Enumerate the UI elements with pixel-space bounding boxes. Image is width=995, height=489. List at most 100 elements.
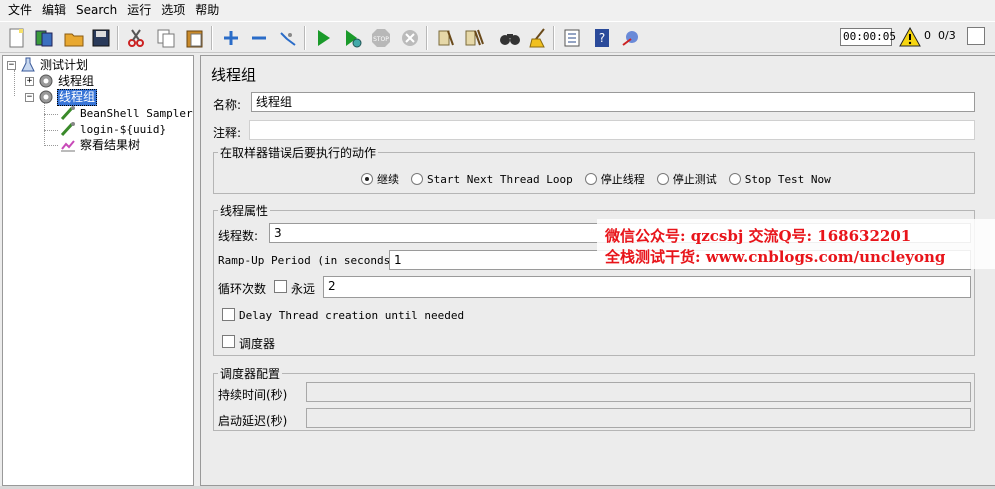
tree-collapse-toggle[interactable]: − bbox=[7, 60, 16, 70]
comment-field[interactable] bbox=[249, 120, 975, 140]
reset-search-icon[interactable] bbox=[526, 25, 551, 50]
page-title: 线程组 bbox=[211, 66, 257, 84]
start-no-pause-icon[interactable] bbox=[339, 25, 364, 50]
thread-group-panel: 线程组 名称: 线程组 注释: 在取样器错误后要执行的动作 继续 Start N… bbox=[200, 55, 995, 486]
thread-properties-legend: 线程属性 bbox=[220, 204, 269, 218]
tree-expand-toggle[interactable]: + bbox=[25, 76, 34, 86]
tree-item-label: 测试计划 bbox=[40, 57, 89, 72]
toolbar-separator bbox=[211, 26, 213, 50]
clear-all-icon[interactable] bbox=[461, 25, 486, 50]
radio-stop-test-now[interactable] bbox=[728, 173, 741, 185]
menu-options[interactable]: 选项 bbox=[156, 0, 190, 21]
radio-label-stop-thread: 停止线程 bbox=[600, 173, 645, 186]
save-icon[interactable] bbox=[88, 25, 113, 50]
scheduler-config-legend: 调度器配置 bbox=[220, 367, 281, 381]
tree-item-label: 线程组 bbox=[58, 73, 95, 88]
radio-stop-thread[interactable] bbox=[584, 173, 597, 185]
tree-item-thread-group-2[interactable]: − 线程组 bbox=[25, 88, 98, 106]
open-icon[interactable] bbox=[61, 25, 86, 50]
tree-line bbox=[14, 70, 15, 96]
tree-item-label-selected: 线程组 bbox=[57, 88, 98, 106]
run-status-indicator bbox=[967, 27, 985, 45]
cut-icon[interactable] bbox=[123, 25, 148, 50]
tree-item-view-results-tree[interactable]: 察看结果树 bbox=[60, 137, 141, 153]
menu-search[interactable]: Search bbox=[71, 0, 122, 21]
sampler-icon bbox=[60, 122, 75, 137]
paste-icon[interactable] bbox=[182, 25, 207, 50]
start-icon[interactable] bbox=[310, 25, 335, 50]
active-thread-count: 0/3 bbox=[938, 29, 956, 42]
shutdown-icon[interactable] bbox=[397, 25, 422, 50]
scheduler-label: 调度器 bbox=[239, 337, 276, 351]
radio-stop-test[interactable] bbox=[656, 173, 669, 185]
stop-icon[interactable]: STOP bbox=[368, 25, 393, 50]
watermark-line-1: 微信公众号: qzcsbj 交流Q号: 168632201 bbox=[605, 227, 912, 245]
menu-file[interactable]: 文件 bbox=[3, 0, 37, 21]
name-field[interactable]: 线程组 bbox=[251, 92, 975, 112]
radio-label-start-next-loop: Start Next Thread Loop bbox=[427, 172, 573, 186]
duration-field bbox=[306, 382, 971, 402]
toggle-icon[interactable] bbox=[275, 25, 300, 50]
forever-label: 永远 bbox=[291, 282, 316, 296]
tree-line bbox=[44, 102, 45, 146]
svg-text:?: ? bbox=[598, 31, 604, 45]
new-icon[interactable] bbox=[4, 25, 29, 50]
gear-icon bbox=[39, 74, 53, 88]
toolbar-separator bbox=[553, 26, 555, 50]
function-helper-icon[interactable] bbox=[559, 25, 584, 50]
search-icon[interactable] bbox=[497, 25, 522, 50]
tree-item-beanshell-sampler[interactable]: BeanShell Sampler bbox=[60, 105, 194, 121]
startup-delay-field bbox=[306, 408, 971, 428]
loop-count-field[interactable]: 2 bbox=[323, 276, 971, 298]
rampup-label: Ramp-Up Period (in seconds): bbox=[218, 254, 404, 267]
forever-checkbox[interactable] bbox=[274, 280, 287, 293]
error-action-options: 继续 Start Next Thread Loop 停止线程 停止测试 Stop… bbox=[361, 171, 843, 187]
radio-label-continue: 继续 bbox=[377, 173, 399, 186]
name-label: 名称: bbox=[213, 98, 242, 112]
sampler-icon bbox=[60, 106, 75, 121]
collapse-icon[interactable] bbox=[246, 25, 271, 50]
delay-thread-label: Delay Thread creation until needed bbox=[239, 309, 465, 322]
tree-item-login-sampler[interactable]: login-${uuid} bbox=[60, 121, 167, 137]
listener-icon bbox=[61, 140, 75, 152]
toolbar-separator bbox=[117, 26, 119, 50]
tree-item-label: 察看结果树 bbox=[80, 137, 141, 152]
threads-label: 线程数: bbox=[218, 229, 259, 243]
gear-icon bbox=[39, 90, 53, 104]
tree-line bbox=[44, 114, 58, 115]
duration-label: 持续时间(秒) bbox=[218, 388, 288, 402]
menu-help[interactable]: 帮助 bbox=[190, 0, 224, 21]
scheduler-checkbox[interactable] bbox=[222, 335, 235, 348]
error-action-legend: 在取样器错误后要执行的动作 bbox=[220, 146, 377, 160]
elapsed-timer: 00:00:05 bbox=[840, 28, 896, 46]
menu-bar: 文件 编辑 Search 运行 选项 帮助 bbox=[0, 0, 995, 21]
test-plan-icon bbox=[21, 57, 35, 72]
comment-label: 注释: bbox=[213, 126, 242, 140]
tree-line bbox=[44, 145, 58, 146]
warning-icon[interactable] bbox=[899, 26, 921, 48]
delay-thread-checkbox[interactable] bbox=[222, 308, 235, 321]
radio-label-stop-test: 停止测试 bbox=[672, 173, 717, 186]
watermark-line-2: 全栈测试干货: www.cnblogs.com/uncleyong bbox=[605, 248, 946, 266]
tree-item-thread-group-1[interactable]: + 线程组 bbox=[25, 73, 95, 89]
templates-icon[interactable] bbox=[31, 25, 56, 50]
help-icon[interactable]: ? bbox=[589, 25, 614, 50]
loop-count-label: 循环次数 bbox=[218, 282, 267, 296]
toolbar-separator bbox=[304, 26, 306, 50]
menu-run[interactable]: 运行 bbox=[122, 0, 156, 21]
radio-continue[interactable] bbox=[361, 173, 373, 185]
clear-icon[interactable] bbox=[432, 25, 457, 50]
error-count: 0 bbox=[924, 29, 931, 42]
menu-edit[interactable]: 编辑 bbox=[37, 0, 71, 21]
tree-item-label: login-${uuid} bbox=[80, 122, 167, 136]
toolbar-separator bbox=[426, 26, 428, 50]
expand-icon[interactable] bbox=[218, 25, 243, 50]
tree-item-test-plan[interactable]: − 测试计划 bbox=[7, 57, 89, 73]
startup-delay-label: 启动延迟(秒) bbox=[218, 414, 288, 428]
remote-icon[interactable] bbox=[618, 25, 643, 50]
tree-collapse-toggle[interactable]: − bbox=[25, 92, 34, 102]
tree-item-label: BeanShell Sampler bbox=[80, 106, 193, 120]
copy-icon[interactable] bbox=[153, 25, 178, 50]
radio-start-next-loop[interactable] bbox=[411, 173, 423, 185]
watermark-overlay: 微信公众号: qzcsbj 交流Q号: 168632201 全栈测试干货: ww… bbox=[597, 219, 995, 269]
